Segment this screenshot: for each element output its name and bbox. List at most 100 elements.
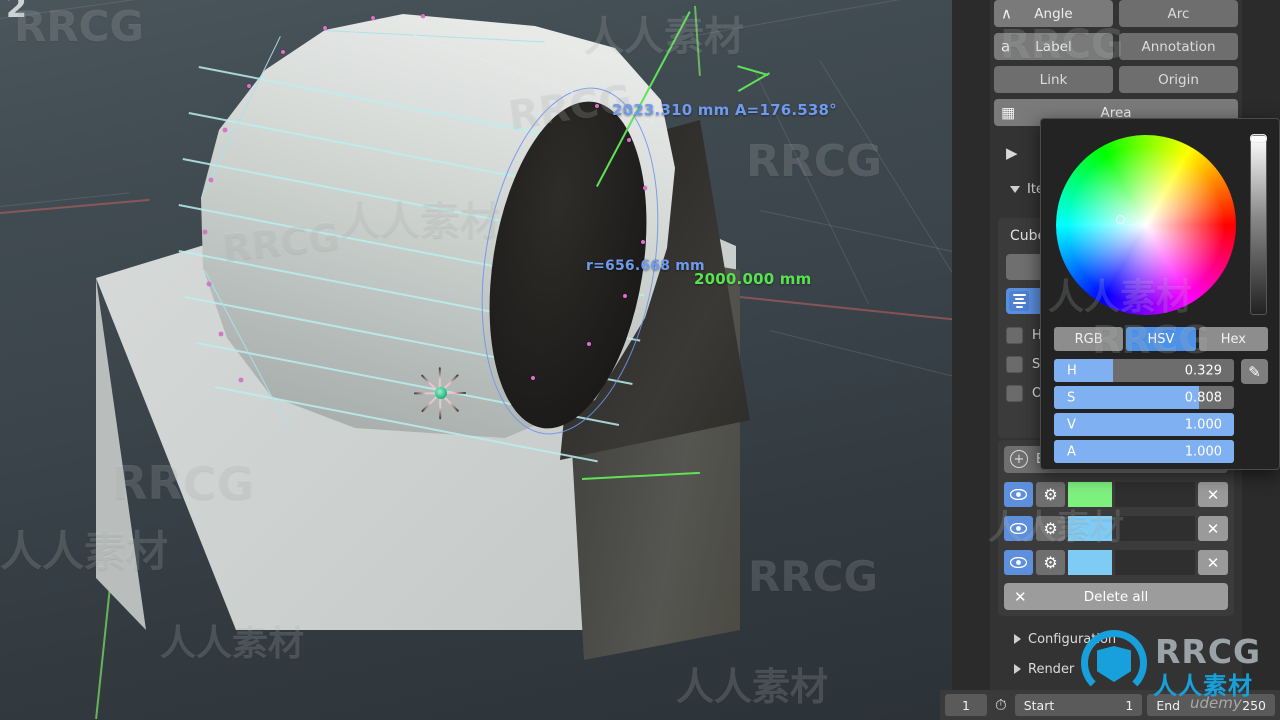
- channel-slider-v[interactable]: V 1.000: [1054, 413, 1234, 436]
- dimension-line: [737, 65, 769, 76]
- label-button[interactable]: a Label: [994, 33, 1113, 60]
- color-wheel-cursor[interactable]: [1116, 215, 1125, 224]
- arc-button[interactable]: Arc: [1119, 0, 1238, 27]
- origin-button[interactable]: Origin: [1119, 66, 1238, 93]
- gear-icon[interactable]: ⚙: [1036, 550, 1065, 575]
- stopwatch-icon[interactable]: ⏱: [992, 696, 1010, 714]
- color-swatch[interactable]: [1068, 516, 1112, 541]
- grid-line: [769, 330, 952, 390]
- label-button-label: Label: [1035, 38, 1072, 55]
- grid-line: [819, 60, 952, 298]
- channel-slider-a[interactable]: A 1.000: [1054, 440, 1234, 463]
- channel-value-s: 0.808: [1184, 390, 1222, 405]
- tab-rgb-label: RGB: [1074, 331, 1103, 347]
- eye-icon[interactable]: [1004, 550, 1033, 575]
- close-icon[interactable]: ✕: [1198, 550, 1228, 575]
- angle-button-label: Angle: [1034, 5, 1073, 22]
- hide-checkbox[interactable]: [1006, 327, 1023, 344]
- axis-line-y: [694, 5, 701, 76]
- annotation-button-label: Annotation: [1141, 38, 1216, 55]
- plus-circle-icon: +: [1010, 450, 1028, 468]
- close-icon[interactable]: ✕: [1198, 516, 1228, 541]
- end-value: 250: [1242, 697, 1267, 713]
- current-frame-value: 1: [962, 697, 970, 713]
- watermark-brand: RRCG: [748, 552, 878, 601]
- angle-icon: ∧: [1001, 4, 1012, 22]
- play-icon: ▶: [1006, 144, 1018, 162]
- color-swatch[interactable]: [1068, 482, 1112, 507]
- list-item-field[interactable]: [1115, 550, 1195, 575]
- overlay-checkbox[interactable]: [1006, 385, 1023, 402]
- angle-button[interactable]: ∧ Angle: [994, 0, 1113, 27]
- close-icon[interactable]: ✕: [1198, 482, 1228, 507]
- channel-slider-s[interactable]: S 0.808: [1054, 386, 1234, 409]
- start-frame-field[interactable]: Start 1: [1014, 694, 1143, 716]
- grid-line: [0, 192, 130, 207]
- current-frame-field[interactable]: 1: [945, 694, 987, 716]
- collapsed-sections: Configuration Render: [998, 624, 1234, 684]
- gear-icon[interactable]: ⚙: [1036, 516, 1065, 541]
- color-swatch[interactable]: [1068, 550, 1112, 575]
- tab-hsv-label: HSV: [1147, 331, 1175, 347]
- mesh-vertex: [595, 104, 599, 108]
- annotation-arc-length: 2023.310 mm A=176.538°: [612, 101, 837, 119]
- axis-line-x: [0, 198, 150, 214]
- list-item[interactable]: ⚙ ✕: [1004, 549, 1228, 576]
- viewport-3d[interactable]: 2023.310 mm A=176.538° r=656.668 mm 2000…: [0, 0, 952, 720]
- value-slider-knob[interactable]: [1250, 134, 1267, 143]
- watermark-brand-cn: 人人素材: [0, 527, 169, 576]
- start-label: Start: [1023, 697, 1055, 713]
- tool-row-angle-arc: ∧ Angle Arc: [990, 0, 1242, 27]
- mesh-vertex: [239, 378, 243, 382]
- chevron-right-icon: [1014, 664, 1021, 674]
- end-label: End: [1156, 697, 1181, 713]
- grid-icon: ▦: [1001, 103, 1016, 121]
- mesh-vertex: [531, 376, 535, 380]
- tab-rgb[interactable]: RGB: [1054, 327, 1124, 351]
- color-wheel[interactable]: [1056, 135, 1236, 315]
- section-label-configuration: Configuration: [1028, 631, 1117, 647]
- color-picker-popup[interactable]: RGB HSV Hex H 0.329 S 0.808 V 1.000 A 1.…: [1040, 118, 1280, 470]
- section-header-render[interactable]: Render: [998, 654, 1234, 684]
- channel-value-v: 1.000: [1184, 417, 1222, 432]
- tool-row-link-origin: Link Origin: [990, 66, 1242, 93]
- link-button[interactable]: Link: [994, 66, 1113, 93]
- arc-button-label: Arc: [1167, 5, 1190, 22]
- delete-all-button[interactable]: ✕ Delete all: [1004, 583, 1228, 610]
- start-value: 1: [1125, 697, 1134, 713]
- tab-hex[interactable]: Hex: [1198, 327, 1268, 351]
- eye-icon[interactable]: [1004, 482, 1033, 507]
- color-mode-tabs: RGB HSV Hex: [1054, 327, 1268, 351]
- text-a-icon: a: [1001, 37, 1011, 55]
- eyedropper-icon[interactable]: ✎: [1241, 359, 1268, 384]
- color-channel-sliders: H 0.329 S 0.808 V 1.000 A 1.000: [1054, 359, 1234, 467]
- section-label-render: Render: [1028, 661, 1075, 677]
- annotation-button[interactable]: Annotation: [1119, 33, 1238, 60]
- mesh-vertex: [627, 138, 631, 142]
- mesh-vertex: [623, 294, 627, 298]
- channel-name-s: S: [1067, 390, 1076, 405]
- list-item-field[interactable]: [1115, 516, 1195, 541]
- channel-slider-h[interactable]: H 0.329: [1054, 359, 1234, 382]
- list-item[interactable]: ⚙ ✕: [1004, 515, 1228, 542]
- section-header-configuration[interactable]: Configuration: [998, 624, 1234, 654]
- grid-line: [690, 0, 952, 37]
- value-slider[interactable]: [1250, 134, 1267, 315]
- display-lines-icon: [1009, 291, 1029, 311]
- 3d-cursor-icon: [412, 364, 470, 422]
- grid-line: [759, 210, 952, 266]
- gear-icon[interactable]: ⚙: [1036, 482, 1065, 507]
- list-item-field[interactable]: [1115, 482, 1195, 507]
- mesh-vertex: [643, 186, 647, 190]
- scale-checkbox[interactable]: [1006, 356, 1023, 373]
- eye-icon[interactable]: [1004, 516, 1033, 541]
- mesh-vertex: [421, 14, 425, 18]
- mesh-vertex: [223, 128, 227, 132]
- channel-name-a: A: [1067, 444, 1076, 459]
- tab-hsv[interactable]: HSV: [1126, 327, 1196, 351]
- list-item[interactable]: ⚙ ✕: [1004, 481, 1228, 508]
- axis-line-x: [739, 296, 952, 321]
- chevron-right-icon: [1014, 634, 1021, 644]
- chevron-down-icon: [1010, 185, 1020, 193]
- channel-name-v: V: [1067, 417, 1076, 432]
